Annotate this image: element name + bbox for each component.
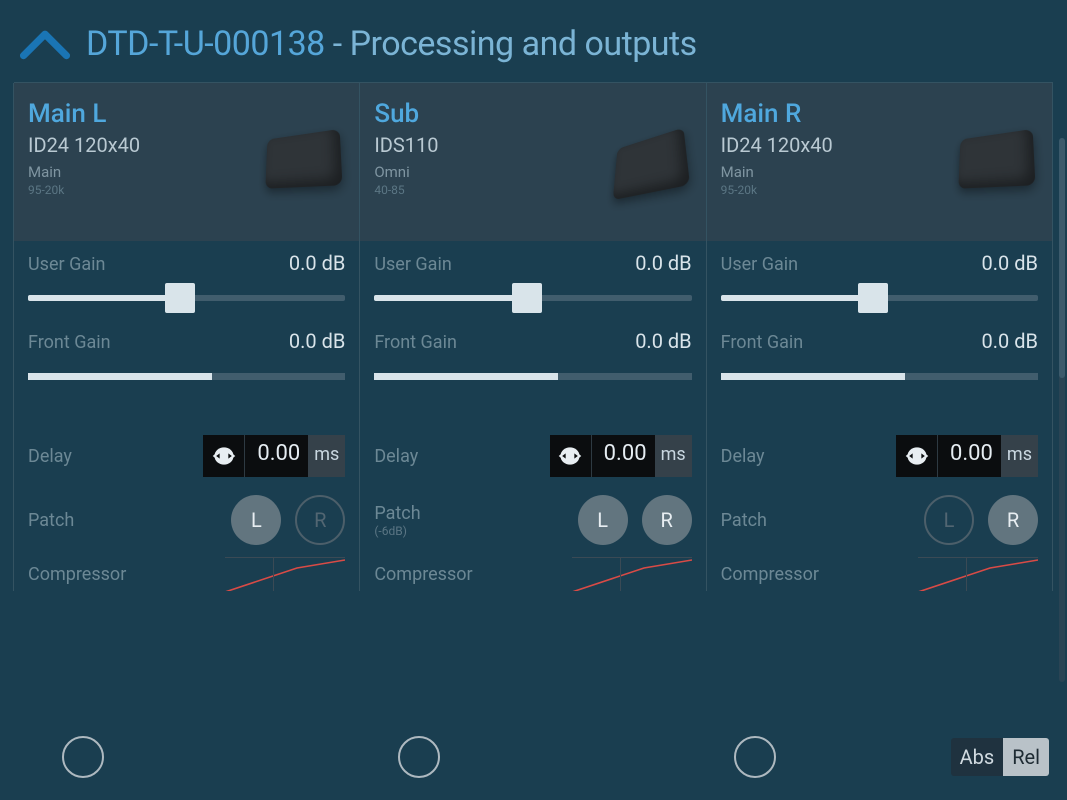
user-gain-section: User Gain 0.0 dB — [14, 241, 359, 319]
channel-select-circle[interactable] — [398, 736, 440, 778]
page-title: DTD-T-U-000138 - Processing and outputs — [86, 24, 697, 64]
speaker-icon — [958, 129, 1035, 189]
compressor-graph[interactable] — [572, 557, 692, 591]
user-gain-slider[interactable] — [28, 283, 345, 313]
delay-label: Delay — [28, 446, 72, 467]
front-gain-label: Front Gain — [28, 332, 111, 353]
speaker-icon — [266, 129, 343, 189]
patch-sublabel: (-6dB) — [374, 524, 420, 538]
compressor-label: Compressor — [374, 564, 472, 585]
delay-unit[interactable]: ms — [308, 435, 345, 477]
front-gain-value: 0.0 dB — [982, 329, 1038, 353]
device-id: DTD-T-U-000138 — [86, 24, 325, 64]
compressor-row: Compressor — [707, 547, 1052, 591]
compressor-row: Compressor — [14, 547, 359, 591]
abs-option[interactable]: Abs — [951, 738, 1004, 776]
rel-option[interactable]: Rel — [1003, 738, 1049, 776]
delay-adjust-icon[interactable] — [203, 435, 245, 477]
patch-l-button[interactable]: L — [231, 495, 281, 545]
chevron-up-icon[interactable] — [18, 27, 72, 61]
patch-r-button[interactable]: R — [642, 495, 692, 545]
patch-l-button[interactable]: L — [924, 495, 974, 545]
channel-column: Main L ID24 120x40 Main 95-20k User Gain… — [13, 83, 360, 591]
user-gain-section: User Gain 0.0 dB — [360, 241, 705, 319]
channel-columns: Main L ID24 120x40 Main 95-20k User Gain… — [14, 82, 1053, 591]
user-gain-slider[interactable] — [374, 283, 691, 313]
user-gain-label: User Gain — [28, 254, 105, 275]
front-gain-section: Front Gain 0.0 dB — [707, 319, 1052, 395]
compressor-graph[interactable] — [918, 557, 1038, 591]
front-gain-label: Front Gain — [721, 332, 804, 353]
compressor-row: Compressor — [360, 547, 705, 591]
user-gain-section: User Gain 0.0 dB — [707, 241, 1052, 319]
channel-name: Sub — [374, 99, 691, 129]
user-gain-label: User Gain — [721, 254, 798, 275]
front-gain-slider[interactable] — [721, 365, 1038, 389]
user-gain-value: 0.0 dB — [982, 251, 1038, 275]
delay-label: Delay — [374, 446, 418, 467]
channel-header[interactable]: Main L ID24 120x40 Main 95-20k — [14, 83, 359, 241]
channel-column: Main R ID24 120x40 Main 95-20k User Gain… — [706, 83, 1053, 591]
patch-row: Patch L R — [14, 481, 359, 547]
compressor-graph[interactable] — [225, 557, 345, 591]
compressor-label: Compressor — [721, 564, 819, 585]
user-gain-value: 0.0 dB — [635, 251, 691, 275]
delay-control[interactable]: 0.00 ms — [550, 435, 692, 477]
delay-label: Delay — [721, 446, 765, 467]
bottom-bar: Abs Rel — [0, 736, 1067, 778]
delay-unit[interactable]: ms — [655, 435, 692, 477]
patch-label: Patch — [28, 510, 74, 531]
patch-row: Patch (-6dB) L R — [360, 481, 705, 547]
patch-label: Patch — [721, 510, 767, 531]
front-gain-slider[interactable] — [374, 365, 691, 389]
channel-header[interactable]: Main R ID24 120x40 Main 95-20k — [707, 83, 1052, 241]
channel-name: Main L — [28, 99, 345, 129]
delay-value[interactable]: 0.00 — [592, 435, 655, 477]
front-gain-section: Front Gain 0.0 dB — [14, 319, 359, 395]
mute-circles — [62, 736, 776, 778]
front-gain-label: Front Gain — [374, 332, 457, 353]
user-gain-value: 0.0 dB — [289, 251, 345, 275]
front-gain-value: 0.0 dB — [289, 329, 345, 353]
patch-r-button[interactable]: R — [988, 495, 1038, 545]
delay-control[interactable]: 0.00 ms — [896, 435, 1038, 477]
channel-header[interactable]: Sub IDS110 Omni 40-85 — [360, 83, 705, 241]
scrollbar-thumb[interactable] — [1059, 138, 1065, 378]
compressor-label: Compressor — [28, 564, 126, 585]
delay-adjust-icon[interactable] — [550, 435, 592, 477]
front-gain-section: Front Gain 0.0 dB — [360, 319, 705, 395]
delay-value[interactable]: 0.00 — [938, 435, 1001, 477]
patch-l-button[interactable]: L — [578, 495, 628, 545]
user-gain-label: User Gain — [374, 254, 451, 275]
channel-select-circle[interactable] — [734, 736, 776, 778]
page-header: DTD-T-U-000138 - Processing and outputs — [0, 0, 1067, 82]
delay-adjust-icon[interactable] — [896, 435, 938, 477]
front-gain-slider[interactable] — [28, 365, 345, 389]
delay-row: Delay 0.00 ms — [707, 425, 1052, 481]
patch-row: Patch L R — [707, 481, 1052, 547]
delay-row: Delay 0.00 ms — [14, 425, 359, 481]
channel-name: Main R — [721, 99, 1038, 129]
delay-row: Delay 0.00 ms — [360, 425, 705, 481]
user-gain-slider[interactable] — [721, 283, 1038, 313]
delay-unit[interactable]: ms — [1001, 435, 1038, 477]
channel-column: Sub IDS110 Omni 40-85 User Gain 0.0 dB F… — [359, 83, 706, 591]
delay-value[interactable]: 0.00 — [245, 435, 308, 477]
channel-select-circle[interactable] — [62, 736, 104, 778]
abs-rel-toggle[interactable]: Abs Rel — [951, 738, 1049, 776]
delay-control[interactable]: 0.00 ms — [203, 435, 345, 477]
front-gain-value: 0.0 dB — [635, 329, 691, 353]
patch-r-button[interactable]: R — [295, 495, 345, 545]
patch-label: Patch (-6dB) — [374, 503, 420, 538]
